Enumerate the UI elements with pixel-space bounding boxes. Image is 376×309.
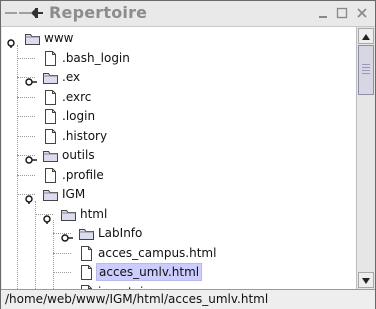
tree-node-label[interactable]: IGM: [60, 186, 87, 202]
tree-file-row[interactable]: acces_umlv.html: [2, 263, 356, 282]
tree-folder-row[interactable]: outils: [2, 146, 356, 165]
tree-node-label[interactable]: .exrc: [60, 89, 93, 105]
tree-file-row[interactable]: .login: [2, 107, 356, 126]
title-bar[interactable]: Repertoire: [1, 1, 375, 27]
current-path: /home/web/www/IGM/html/acces_umlv.html: [5, 292, 269, 306]
close-icon[interactable]: [355, 6, 369, 20]
expanded-toggle-icon[interactable]: [6, 33, 20, 48]
folder-icon: [42, 147, 59, 164]
tree-node-label[interactable]: html: [78, 206, 109, 222]
vertical-scrollbar[interactable]: [356, 27, 375, 289]
tree-branch-line: [17, 174, 35, 176]
tree-branch-line: [17, 135, 35, 137]
tree-node-label[interactable]: outils: [60, 147, 97, 163]
file-icon: [78, 264, 95, 281]
directory-tree[interactable]: www .bash_login .ex .exrc .login .history outi…: [2, 27, 356, 289]
pin-icon[interactable]: [5, 5, 45, 21]
tree-node-label[interactable]: acces_campus.html: [96, 245, 218, 261]
tree-file-row[interactable]: .bash_login: [2, 49, 356, 68]
minimize-icon[interactable]: [316, 6, 330, 20]
collapsed-toggle-icon[interactable]: [24, 72, 38, 86]
tree-folder-row[interactable]: .ex: [2, 68, 356, 87]
tree-node-label[interactable]: .profile: [60, 167, 106, 183]
folder-icon: [24, 30, 41, 47]
tree-node-label[interactable]: LabInfo: [96, 225, 144, 241]
tree-node-label[interactable]: www: [42, 30, 75, 46]
maximize-icon[interactable]: [335, 6, 349, 20]
tree-node-label[interactable]: .history: [60, 128, 109, 144]
folder-icon: [42, 186, 59, 203]
expanded-toggle-icon[interactable]: [42, 209, 56, 224]
tree-file-row[interactable]: .profile: [2, 166, 356, 185]
tree-branch-line: [17, 96, 35, 98]
tree-node-label[interactable]: .bash_login: [60, 50, 132, 66]
file-icon: [42, 50, 59, 67]
file-icon: [42, 128, 59, 145]
collapsed-toggle-icon[interactable]: [24, 150, 38, 164]
tree-branch-line: [53, 252, 71, 254]
file-icon: [42, 108, 59, 125]
status-bar: /home/web/www/IGM/html/acces_umlv.html: [1, 289, 375, 309]
tree-folder-row[interactable]: html: [2, 205, 356, 224]
tree-branch-line: [17, 57, 35, 59]
tree-file-row[interactable]: .history: [2, 127, 356, 146]
tree-branch-line: [53, 272, 71, 273]
tree-branch-line: [17, 116, 35, 117]
file-icon: [42, 89, 59, 106]
tree-file-row[interactable]: acces_campus.html: [2, 244, 356, 263]
selected-node-label[interactable]: acces_umlv.html: [96, 263, 203, 281]
file-icon: [78, 245, 95, 262]
scroll-up-icon[interactable]: [358, 28, 374, 44]
tree-node-label[interactable]: .ex: [60, 69, 82, 85]
window-title: Repertoire: [49, 3, 148, 22]
tree-folder-row[interactable]: www: [2, 29, 356, 48]
folder-icon: [60, 206, 77, 223]
folder-icon: [78, 225, 95, 242]
folder-icon: [42, 69, 59, 86]
collapsed-toggle-icon[interactable]: [60, 228, 74, 242]
file-icon: [42, 167, 59, 184]
tree-node-label[interactable]: .login: [60, 108, 97, 124]
expanded-toggle-icon[interactable]: [24, 189, 38, 204]
scrollbar-thumb[interactable]: [358, 45, 374, 95]
tree-file-row[interactable]: .exrc: [2, 88, 356, 107]
tree-folder-row[interactable]: IGM: [2, 185, 356, 204]
tree-folder-row[interactable]: LabInfo: [2, 224, 356, 243]
scroll-down-icon[interactable]: [358, 272, 374, 288]
repertoire-window: Repertoire www .bash_login .ex .exrc .login.…: [0, 0, 376, 309]
